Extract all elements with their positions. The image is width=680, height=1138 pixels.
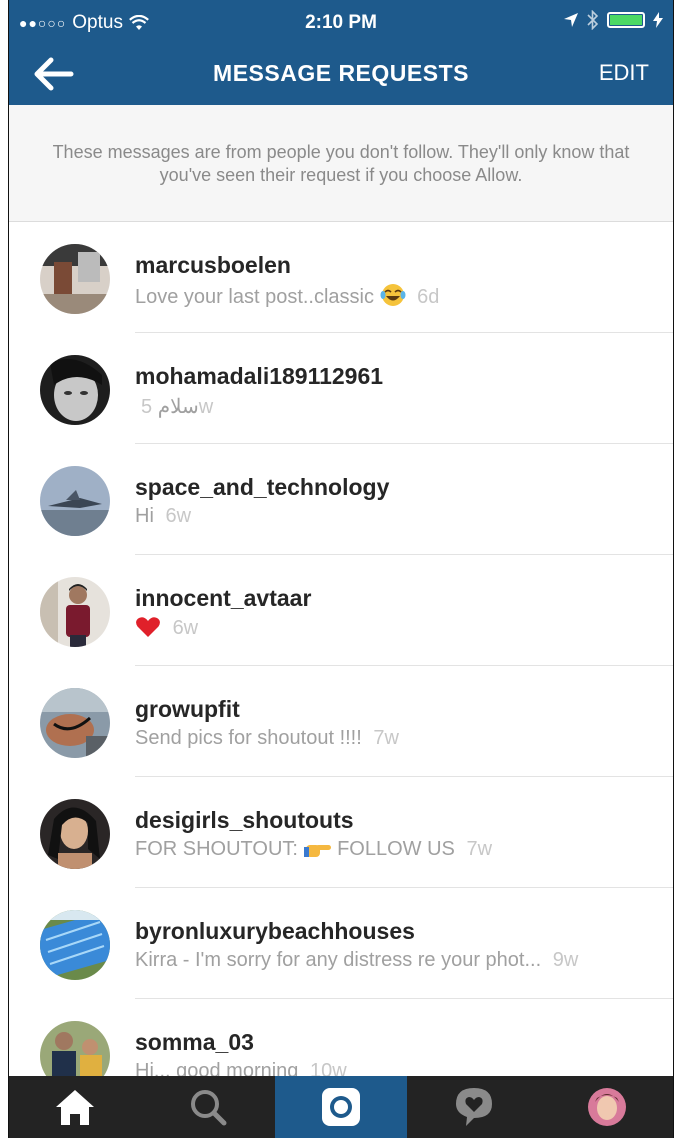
message-age: 7w bbox=[373, 727, 399, 749]
request-row[interactable]: growupfit Send pics for shoutout !!!! 7w bbox=[9, 666, 673, 777]
charging-bolt-icon bbox=[653, 12, 663, 28]
avatar bbox=[40, 910, 110, 980]
message-age: 9w bbox=[552, 949, 579, 971]
request-row[interactable]: space_and_technology Hi 6w bbox=[9, 444, 673, 555]
avatar bbox=[40, 799, 110, 869]
message-preview: Love your last post..classic 6d bbox=[135, 283, 439, 309]
message-text: FOLLOW US bbox=[337, 838, 455, 860]
message-prefix: FOR SHOUTOUT: bbox=[135, 838, 298, 860]
message-preview: Send pics for shoutout !!!! 7w bbox=[135, 727, 399, 750]
message-preview: Kirra - I'm sorry for any distress re yo… bbox=[135, 949, 578, 972]
username: innocent_avtaar bbox=[135, 585, 312, 611]
edit-button[interactable]: EDIT bbox=[599, 60, 649, 86]
username: somma_03 bbox=[135, 1029, 254, 1055]
page-title: MESSAGE REQUESTS bbox=[213, 60, 469, 86]
message-preview: 6w bbox=[135, 616, 198, 640]
message-age: 6w bbox=[165, 505, 192, 527]
battery-icon bbox=[607, 12, 645, 28]
tab-camera[interactable] bbox=[274, 1076, 408, 1138]
message-preview: سلام 5w bbox=[135, 394, 213, 419]
red-heart-emoji bbox=[136, 617, 160, 637]
request-row[interactable]: marcusboelen Love your last post..classi… bbox=[9, 222, 673, 333]
message-text: Kirra - I'm sorry for any distress re yo… bbox=[135, 949, 542, 971]
message-age: 7w bbox=[466, 838, 493, 860]
request-row[interactable]: byronluxurybeachhouses Kirra - I'm sorry… bbox=[9, 888, 673, 999]
nav-bar: MESSAGE REQUESTS EDIT bbox=[9, 52, 673, 96]
avatar bbox=[40, 244, 110, 314]
activity-icon bbox=[455, 1088, 492, 1126]
tab-profile[interactable] bbox=[540, 1076, 673, 1138]
tab-activity[interactable] bbox=[407, 1076, 540, 1138]
search-icon bbox=[191, 1090, 227, 1126]
request-row[interactable]: mohamadali189112961 سلام 5w bbox=[9, 333, 673, 444]
username: byronluxurybeachhouses bbox=[135, 918, 415, 944]
location-arrow-icon bbox=[564, 13, 578, 27]
status-right bbox=[563, 10, 663, 30]
message-age: 6d bbox=[417, 286, 440, 308]
avatar bbox=[40, 577, 110, 647]
username: marcusboelen bbox=[135, 252, 291, 278]
message-text: Love your last post..classic bbox=[135, 286, 374, 308]
tab-home[interactable] bbox=[9, 1076, 142, 1138]
username: mohamadali189112961 bbox=[135, 363, 384, 389]
laughing-tears-emoji bbox=[380, 284, 406, 306]
message-text: Send pics for shoutout !!!! bbox=[135, 727, 362, 749]
username: space_and_technology bbox=[135, 474, 390, 500]
pointing-hand-emoji bbox=[303, 845, 331, 857]
message-request-list: marcusboelen Love your last post..classi… bbox=[9, 222, 673, 1110]
home-icon bbox=[56, 1090, 95, 1125]
app-frame: ●●○○○ Optus 2:10 PM MESSAGE REQUESTS EDI… bbox=[8, 0, 674, 1138]
message-preview: Hi 6w bbox=[135, 505, 191, 528]
avatar bbox=[40, 355, 110, 425]
request-row[interactable]: innocent_avtaar 6w bbox=[9, 555, 673, 666]
requests-notice: These messages are from people you don't… bbox=[9, 105, 673, 222]
profile-icon bbox=[587, 1088, 626, 1126]
status-bar: ●●○○○ Optus 2:10 PM bbox=[9, 6, 673, 38]
avatar bbox=[40, 688, 110, 758]
username: growupfit bbox=[135, 696, 240, 722]
request-row[interactable]: desigirls_shoutouts FOR SHOUTOUT: FOLLOW… bbox=[9, 777, 673, 888]
username: desigirls_shoutouts bbox=[135, 807, 354, 833]
message-age: 6w bbox=[172, 617, 199, 639]
tab-search[interactable] bbox=[142, 1076, 275, 1138]
bluetooth-icon bbox=[587, 10, 599, 30]
message-preview: FOR SHOUTOUT: FOLLOW US 7w bbox=[135, 838, 492, 861]
avatar bbox=[40, 466, 110, 536]
header: ●●○○○ Optus 2:10 PM MESSAGE REQUESTS EDI… bbox=[9, 0, 673, 105]
message-text: Hi bbox=[135, 505, 154, 527]
message-text: سلام bbox=[157, 396, 199, 418]
camera-icon bbox=[321, 1088, 360, 1126]
tab-bar bbox=[9, 1076, 673, 1138]
